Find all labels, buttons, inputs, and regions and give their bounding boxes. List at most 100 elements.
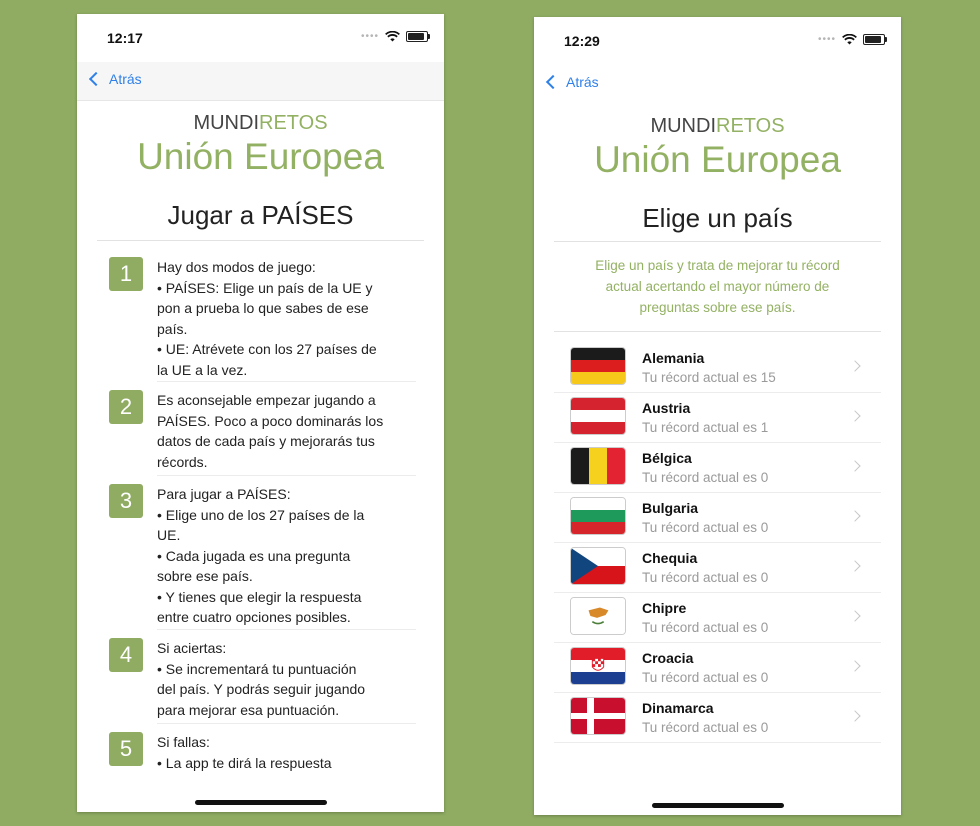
home-indicator[interactable] <box>194 800 327 805</box>
cyprus-flag-icon <box>570 597 626 635</box>
chevron-right-icon <box>849 560 861 572</box>
country-record: Tu récord actual es 0 <box>642 520 769 535</box>
austria-flag-icon <box>570 397 626 435</box>
country-name: Austria <box>642 400 691 416</box>
country-record: Tu récord actual es 0 <box>642 570 769 585</box>
step-text-line: récords. <box>157 453 208 470</box>
step-text-line: Si fallas: <box>157 734 210 750</box>
country-record: Tu récord actual es 0 <box>642 620 769 635</box>
signal-dots-icon: •••• <box>360 31 379 42</box>
denmark-flag-icon <box>570 697 626 735</box>
step-text-line: • La app te dirá la respuesta <box>157 754 332 771</box>
country-record: Tu récord actual es 0 <box>642 720 769 735</box>
country-record: Tu récord actual es 15 <box>642 370 776 385</box>
country-row-chequia[interactable]: Chequia Tu récord actual es 0 <box>554 542 881 593</box>
instruction-step: 3 Para jugar a PAÍSES: • Elige uno de los … <box>109 484 420 628</box>
phone-screen-country-list: 12:29 •••• Atrás MUNDIRETOS Unión Europe… <box>534 17 901 815</box>
belgium-flag-icon <box>570 447 626 485</box>
status-bar: 12:17 •••• <box>77 14 444 62</box>
wifi-icon <box>842 34 857 45</box>
battery-icon <box>863 34 887 45</box>
chevron-right-icon <box>849 410 861 422</box>
step-number-badge: 3 <box>109 484 143 518</box>
signal-dots-icon: •••• <box>817 34 836 45</box>
country-row-chipre[interactable]: Chipre Tu récord actual es 0 <box>554 592 881 643</box>
step-text-line: • PAÍSES: Elige un país de la UE y <box>157 279 373 296</box>
country-row-alemania[interactable]: Alemania Tu récord actual es 15 <box>554 342 881 393</box>
home-indicator[interactable] <box>651 803 784 808</box>
country-record: Tu récord actual es 0 <box>642 670 769 685</box>
step-text-line: • UE: Atrévete con los 27 países de <box>157 341 377 357</box>
chevron-right-icon <box>849 710 861 722</box>
country-row-croacia[interactable]: Croacia Tu récord actual es 0 <box>554 642 881 693</box>
divider <box>554 241 881 242</box>
step-text-line: Para jugar a PAÍSES: <box>157 486 291 502</box>
status-time: 12:29 <box>564 33 600 49</box>
croatia-flag-icon <box>570 647 626 685</box>
wifi-icon <box>385 31 400 42</box>
chevron-right-icon <box>849 610 861 622</box>
step-text-line: país. <box>157 320 188 337</box>
chevron-left-icon <box>88 71 104 87</box>
instruction-step: 4 Si aciertas: • Se incrementará tu puntua… <box>109 638 420 720</box>
chevron-right-icon <box>849 360 861 372</box>
country-record: Tu récord actual es 1 <box>642 420 769 435</box>
step-text-line: la UE a la vez. <box>157 361 248 378</box>
step-text: Si aciertas: • Se incrementará tu puntuac… <box>157 638 365 720</box>
country-row-austria[interactable]: Austria Tu récord actual es 1 <box>554 392 881 443</box>
step-text-line: • Y tienes que elegir la respuesta <box>157 588 362 605</box>
step-divider <box>157 723 416 724</box>
country-row-dinamarca[interactable]: Dinamarca Tu récord actual es 0 <box>554 692 881 743</box>
chevron-right-icon <box>849 460 861 472</box>
navigation-bar: Atrás <box>534 65 901 103</box>
brand-logo: MUNDIRETOS <box>650 115 785 137</box>
divider <box>554 331 881 332</box>
step-text-line: • Elige uno de los 27 países de la <box>157 506 365 523</box>
step-text: Si fallas: • La app te dirá la respuesta <box>157 732 332 773</box>
country-name: Chequia <box>642 550 698 566</box>
step-text-line: Si aciertas: <box>157 640 227 656</box>
country-name: Alemania <box>642 350 705 366</box>
step-text: Para jugar a PAÍSES: • Elige uno de los 2… <box>157 484 364 628</box>
status-bar: 12:29 •••• <box>534 17 901 65</box>
czechia-flag-icon <box>570 547 626 585</box>
app-title: Unión Europea <box>594 139 841 180</box>
country-name: Bélgica <box>642 450 692 466</box>
step-text-line: datos de cada país y mejorarás tus <box>157 433 375 449</box>
germany-flag-icon <box>570 347 626 385</box>
back-button[interactable]: Atrás <box>85 71 142 87</box>
step-number-badge: 4 <box>109 638 143 672</box>
step-text-line: entre cuatro opciones posibles. <box>157 609 351 625</box>
back-button[interactable]: Atrás <box>542 74 599 90</box>
battery-icon <box>406 31 430 42</box>
divider <box>97 240 424 241</box>
navigation-bar: Atrás <box>77 62 444 101</box>
page-heading: Elige un país <box>642 203 793 233</box>
instruction-step: 2 Es aconsejable empezar jugando a PAÍSES.… <box>109 390 420 472</box>
step-number-badge: 2 <box>109 390 143 424</box>
page-heading: Jugar a PAÍSES <box>167 200 354 230</box>
step-divider <box>157 475 416 476</box>
country-name: Dinamarca <box>642 700 714 716</box>
status-time: 12:17 <box>107 30 143 46</box>
app-title: Unión Europea <box>137 136 384 177</box>
instruction-step: 1 Hay dos modos de juego: • PAÍSES: Elige … <box>109 257 420 380</box>
chevron-right-icon <box>849 510 861 522</box>
country-row-bélgica[interactable]: Bélgica Tu récord actual es 0 <box>554 442 881 493</box>
step-divider <box>157 381 416 382</box>
brand-logo: MUNDIRETOS <box>193 112 328 134</box>
bulgaria-flag-icon <box>570 497 626 535</box>
country-name: Chipre <box>642 600 687 616</box>
step-text: Hay dos modos de juego: • PAÍSES: Elige u… <box>157 257 377 380</box>
country-name: Croacia <box>642 650 694 666</box>
step-text-line: • Se incrementará tu puntuación <box>157 660 357 677</box>
step-text: Es aconsejable empezar jugando a PAÍSES. … <box>157 390 383 472</box>
step-text-line: del país. Y podrás seguir jugando <box>157 681 366 697</box>
country-record: Tu récord actual es 0 <box>642 470 769 485</box>
country-row-bulgaria[interactable]: Bulgaria Tu récord actual es 0 <box>554 492 881 543</box>
step-text-line: para mejorar esa puntuación. <box>157 701 340 718</box>
step-text-line: PAÍSES. Poco a poco dominarás los <box>157 412 384 429</box>
phone-screen-instructions: 12:17 •••• Atrás MUNDIRETOS Unión Europe… <box>77 14 444 812</box>
step-text-line: Hay dos modos de juego: <box>157 259 316 275</box>
instruction-step: 5 Si fallas: • La app te dirá la respuesta <box>109 732 420 773</box>
